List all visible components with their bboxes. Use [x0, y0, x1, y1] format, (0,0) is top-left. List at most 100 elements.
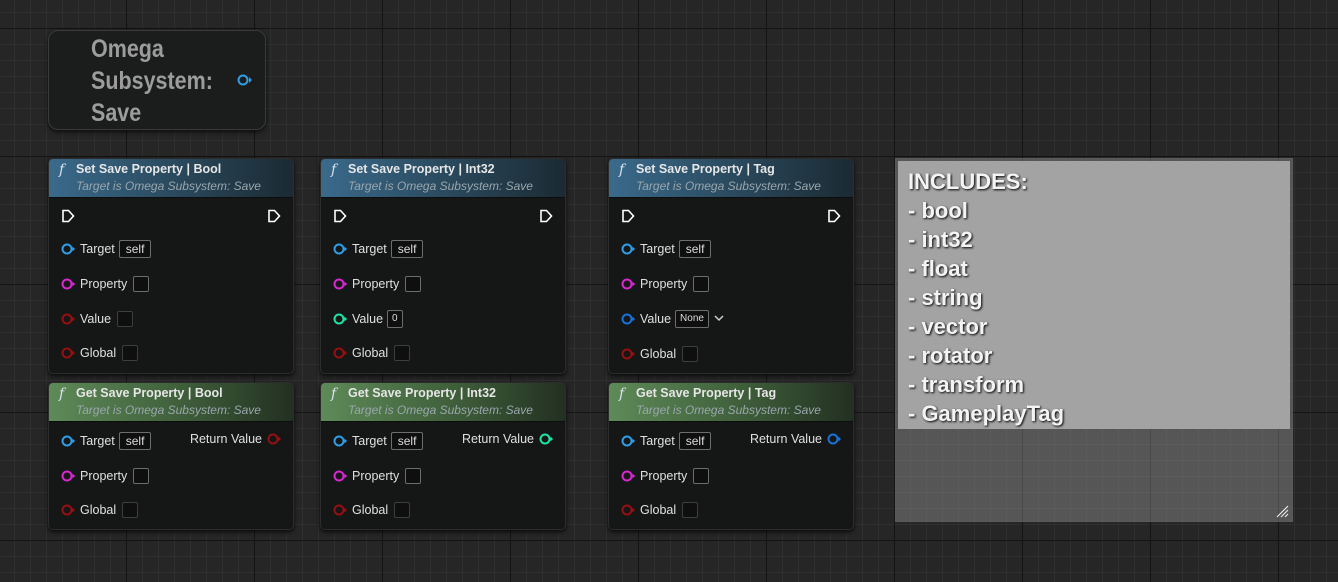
bool-pin-icon[interactable]: [621, 503, 635, 517]
get-save-property-tag-node[interactable]: f Get Save Property | Tag Target is Omeg…: [608, 382, 854, 530]
property-input[interactable]: [405, 468, 422, 484]
global-checkbox[interactable]: [394, 345, 411, 361]
target-label: Target: [640, 434, 675, 448]
property-pin-row[interactable]: Property: [333, 274, 422, 294]
name-pin-icon[interactable]: [61, 277, 75, 291]
name-pin-icon[interactable]: [621, 469, 635, 483]
object-pin-icon[interactable]: [61, 434, 75, 448]
name-pin-icon[interactable]: [333, 277, 347, 291]
exec-output-pin-icon[interactable]: [539, 209, 553, 223]
value-input[interactable]: 0: [387, 310, 403, 328]
bool-pin-icon[interactable]: [333, 346, 347, 360]
node-subtitle: Target is Omega Subsystem: Save: [348, 403, 533, 417]
comment-line: - transform: [908, 372, 1025, 397]
chevron-down-icon[interactable]: [714, 313, 724, 325]
property-label: Property: [640, 469, 688, 483]
global-checkbox[interactable]: [682, 502, 699, 518]
target-input[interactable]: self: [678, 432, 712, 450]
resize-grip-icon[interactable]: [1275, 504, 1289, 518]
return-value-pin-row[interactable]: Return Value: [462, 429, 553, 449]
target-pin-row[interactable]: Target self: [61, 239, 152, 259]
global-pin-row[interactable]: Global: [621, 500, 699, 520]
global-checkbox[interactable]: [682, 346, 699, 362]
global-pin-row[interactable]: Global: [621, 344, 699, 364]
struct-output-pin-icon[interactable]: [827, 432, 841, 446]
node-header: f Get Save Property | Int32 Target is Om…: [321, 383, 565, 422]
exec-input-pin-icon[interactable]: [333, 209, 347, 223]
exec-input-pin-icon[interactable]: [621, 209, 635, 223]
property-input[interactable]: [405, 276, 422, 292]
value-pin-row[interactable]: Value: [61, 309, 134, 329]
target-input[interactable]: self: [118, 240, 152, 258]
property-pin-row[interactable]: Property: [61, 466, 150, 486]
variable-node-title: Omega Subsystem: Save: [91, 35, 213, 127]
name-pin-icon[interactable]: [61, 469, 75, 483]
global-pin-row[interactable]: Global: [61, 343, 139, 363]
node-header: f Set Save Property | Int32 Target is Om…: [321, 159, 565, 198]
function-icon: f: [331, 386, 337, 402]
comment-box[interactable]: INCLUDES: - bool - int32 - float - strin…: [895, 158, 1293, 522]
bool-pin-icon[interactable]: [333, 503, 347, 517]
set-save-property-bool-node[interactable]: f Set Save Property | Bool Target is Ome…: [48, 158, 294, 374]
property-input[interactable]: [133, 468, 150, 484]
set-save-property-tag-node[interactable]: f Set Save Property | Tag Target is Omeg…: [608, 158, 854, 374]
get-save-property-int32-node[interactable]: f Get Save Property | Int32 Target is Om…: [320, 382, 566, 530]
global-pin-row[interactable]: Global: [333, 343, 411, 363]
int-pin-icon[interactable]: [333, 312, 347, 326]
global-checkbox[interactable]: [122, 345, 139, 361]
exec-output-pin-icon[interactable]: [827, 209, 841, 223]
object-pin-icon[interactable]: [333, 242, 347, 256]
property-input[interactable]: [693, 468, 710, 484]
set-save-property-int32-node[interactable]: f Set Save Property | Int32 Target is Om…: [320, 158, 566, 374]
bool-pin-icon[interactable]: [61, 312, 75, 326]
comment-body: INCLUDES: - bool - int32 - float - strin…: [898, 161, 1290, 429]
target-pin-row[interactable]: Target self: [333, 239, 424, 259]
target-input[interactable]: self: [678, 240, 712, 258]
return-value-label: Return Value: [461, 432, 534, 446]
int-output-pin-icon[interactable]: [539, 432, 553, 446]
function-icon: f: [619, 386, 625, 402]
target-pin-row[interactable]: Target self: [61, 431, 152, 451]
get-save-property-bool-node[interactable]: f Get Save Property | Bool Target is Ome…: [48, 382, 294, 530]
object-pin-icon[interactable]: [621, 434, 635, 448]
bool-pin-icon[interactable]: [61, 503, 75, 517]
global-pin-row[interactable]: Global: [61, 500, 139, 520]
global-checkbox[interactable]: [394, 502, 411, 518]
target-input[interactable]: self: [118, 432, 152, 450]
exec-input-pin-icon[interactable]: [61, 209, 75, 223]
target-label: Target: [352, 434, 387, 448]
return-value-pin-row[interactable]: Return Value: [190, 429, 281, 449]
return-value-pin-row[interactable]: Return Value: [750, 429, 841, 449]
value-checkbox[interactable]: [117, 311, 134, 327]
object-pin-icon[interactable]: [61, 242, 75, 256]
global-pin-row[interactable]: Global: [333, 500, 411, 520]
object-output-pin-icon[interactable]: [237, 73, 253, 87]
struct-pin-icon[interactable]: [621, 312, 635, 326]
target-pin-row[interactable]: Target self: [621, 431, 712, 451]
bool-output-pin-icon[interactable]: [267, 432, 281, 446]
value-pin-row[interactable]: Value 0: [333, 309, 403, 329]
name-pin-icon[interactable]: [333, 469, 347, 483]
target-pin-row[interactable]: Target self: [621, 239, 712, 259]
name-pin-icon[interactable]: [621, 277, 635, 291]
bool-pin-icon[interactable]: [61, 346, 75, 360]
target-input[interactable]: self: [390, 432, 424, 450]
object-pin-icon[interactable]: [333, 434, 347, 448]
node-title: Get Save Property | Tag: [636, 386, 777, 400]
target-label: Target: [80, 434, 115, 448]
property-input[interactable]: [693, 276, 710, 292]
value-tag-dropdown[interactable]: None: [675, 310, 709, 328]
property-pin-row[interactable]: Property: [621, 466, 710, 486]
global-checkbox[interactable]: [122, 502, 139, 518]
target-pin-row[interactable]: Target self: [333, 431, 424, 451]
exec-output-pin-icon[interactable]: [267, 209, 281, 223]
object-pin-icon[interactable]: [621, 242, 635, 256]
property-input[interactable]: [133, 276, 150, 292]
property-pin-row[interactable]: Property: [333, 466, 422, 486]
bool-pin-icon[interactable]: [621, 347, 635, 361]
property-pin-row[interactable]: Property: [621, 274, 710, 294]
target-input[interactable]: self: [390, 240, 424, 258]
value-pin-row[interactable]: Value None: [621, 309, 724, 329]
omega-subsystem-save-variable-node[interactable]: Omega Subsystem: Save: [48, 30, 266, 130]
property-pin-row[interactable]: Property: [61, 274, 150, 294]
